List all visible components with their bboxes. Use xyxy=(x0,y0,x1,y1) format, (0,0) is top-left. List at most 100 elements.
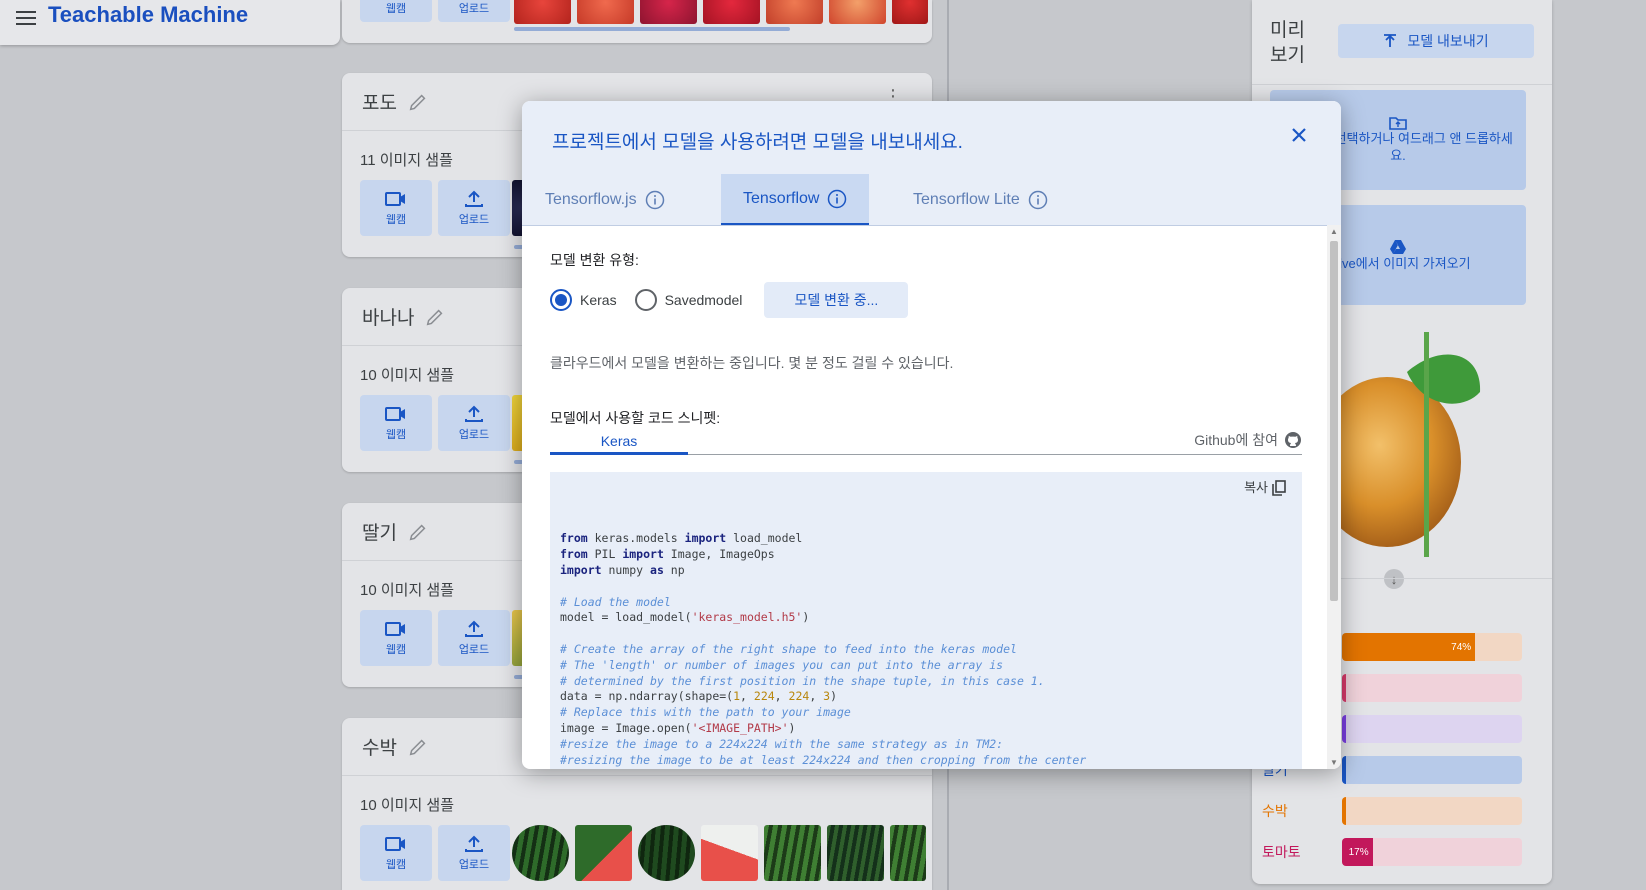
code-snippet[interactable]: 복사 from keras.models import load_model f… xyxy=(550,472,1302,769)
arrow-down-icon[interactable]: ↓ xyxy=(1384,569,1404,589)
upload-button[interactable]: 업로드 xyxy=(438,825,510,881)
upload-icon xyxy=(465,835,483,852)
upload-icon xyxy=(465,190,483,207)
export-label: 모델 내보내기 xyxy=(1407,33,1489,49)
webcam-button[interactable]: 웹캠 xyxy=(360,825,432,881)
watermelon-thumb[interactable] xyxy=(701,825,758,881)
info-icon[interactable] xyxy=(645,190,665,210)
prediction-row: 토마토 17% xyxy=(1262,838,1532,866)
apple-thumb[interactable] xyxy=(577,0,634,24)
upload-button[interactable]: 업로드 xyxy=(438,395,510,451)
github-link[interactable]: Github에 참여 xyxy=(1194,430,1302,450)
code-lines: from keras.models import load_model from… xyxy=(560,531,1087,769)
video-camera-icon xyxy=(385,836,405,851)
close-icon xyxy=(1292,128,1306,142)
tab-tensorflowjs[interactable]: Tensorflow.js xyxy=(523,174,687,225)
video-camera-icon xyxy=(385,406,405,421)
webcam-button[interactable]: 웹캠 xyxy=(360,610,432,666)
scroll-down-arrow[interactable]: ▼ xyxy=(1330,758,1338,767)
apple-thumb[interactable] xyxy=(829,0,886,24)
radio-savedmodel[interactable]: Savedmodel xyxy=(634,289,743,311)
tab-tensorflow[interactable]: Tensorflow xyxy=(721,174,870,225)
close-button[interactable] xyxy=(1287,123,1311,147)
webcam-button[interactable]: 웹캠 xyxy=(360,395,432,451)
upload-button[interactable]: 업로드 xyxy=(438,180,510,236)
radio-keras[interactable]: Keras xyxy=(550,289,617,311)
copy-button[interactable]: 복사 xyxy=(1244,480,1286,496)
radio-label: Keras xyxy=(580,292,617,308)
prediction-bar-fill xyxy=(1342,756,1346,784)
pencil-icon[interactable] xyxy=(407,91,429,113)
webcam-label: 웹캠 xyxy=(385,213,407,226)
webcam-label: 웹캠 xyxy=(385,428,407,441)
watermelon-thumb[interactable] xyxy=(827,825,884,881)
prediction-bar-fill xyxy=(1342,674,1346,702)
status-text: 클라우드에서 모델을 변환하는 중입니다. 몇 분 정도 걸릴 수 있습니다. xyxy=(550,355,954,371)
pencil-icon[interactable] xyxy=(407,521,429,543)
upload-button[interactable]: 업로드 xyxy=(438,0,510,22)
dialog-body: 모델 변환 유형: Keras Savedmodel 모델 변환 중... 클라… xyxy=(522,225,1341,769)
export-model-dialog: 프로젝트에서 모델을 사용하려면 모델을 내보내세요. Tensorflow.j… xyxy=(522,101,1341,769)
apple-thumb[interactable] xyxy=(514,0,571,24)
prediction-bar-fill: 74% xyxy=(1342,633,1476,661)
scroll-up-arrow[interactable]: ▲ xyxy=(1330,227,1338,236)
sample-count: 10 이미지 샘플 xyxy=(360,367,455,384)
menu-icon[interactable] xyxy=(16,10,36,25)
prediction-bar-track xyxy=(1342,797,1522,825)
webcam-button[interactable]: 웹캠 xyxy=(360,180,432,236)
radio-label: Savedmodel xyxy=(664,292,743,308)
class-name[interactable]: 딸기 xyxy=(362,518,397,545)
pencil-icon[interactable] xyxy=(424,306,446,328)
prediction-bar-track xyxy=(1342,715,1522,743)
radio-circle[interactable] xyxy=(634,289,657,311)
export-model-button[interactable]: 모델 내보내기 xyxy=(1338,24,1534,58)
snippet-tabs: Keras Github에 참여 xyxy=(550,430,1302,455)
sample-count: 10 이미지 샘플 xyxy=(360,797,455,814)
folder-upload-icon xyxy=(1389,117,1407,130)
copy-icon xyxy=(1272,480,1286,496)
sample-count: 11 이미지 샘플 xyxy=(360,152,453,169)
watermelon-thumb[interactable] xyxy=(890,825,926,881)
video-camera-icon xyxy=(385,621,405,636)
prediction-bar-track: 74% xyxy=(1342,633,1522,661)
class-name[interactable]: 수박 xyxy=(362,733,397,760)
tab-label: Tensorflow.js xyxy=(545,190,637,208)
class-name[interactable]: 포도 xyxy=(362,88,397,115)
thumb-scrollbar[interactable] xyxy=(514,27,790,31)
radio-circle[interactable] xyxy=(550,289,572,311)
dialog-header: 프로젝트에서 모델을 사용하려면 모델을 내보내세요. Tensorflow.j… xyxy=(522,101,1341,225)
convert-model-button[interactable]: 모델 변환 중... xyxy=(764,282,909,318)
sample-count: 10 이미지 샘플 xyxy=(360,582,455,599)
webcam-label: 웹캠 xyxy=(385,643,407,656)
tab-tensorflow-lite[interactable]: Tensorflow Lite xyxy=(891,174,1070,225)
snippet-label: 모델에서 사용할 코드 스니펫: xyxy=(550,410,721,426)
watermelon-thumb[interactable] xyxy=(764,825,821,881)
class-name[interactable]: 바나나 xyxy=(362,303,414,330)
info-icon[interactable] xyxy=(827,189,847,209)
watermelon-thumb[interactable] xyxy=(512,825,569,881)
more-icon[interactable]: ⋮ xyxy=(884,87,902,105)
class-card-apple: 웹캠 업로드 xyxy=(342,0,932,43)
pencil-icon[interactable] xyxy=(407,736,429,758)
upload-button[interactable]: 업로드 xyxy=(438,610,510,666)
apple-thumb[interactable] xyxy=(766,0,823,24)
webcam-button[interactable]: 웹캠 xyxy=(360,0,432,22)
prediction-row: 수박 xyxy=(1262,797,1532,825)
upload-icon xyxy=(1384,34,1397,47)
scrollbar-thumb[interactable] xyxy=(1330,241,1338,601)
apple-thumb[interactable] xyxy=(703,0,760,24)
watermelon-thumb[interactable] xyxy=(575,825,632,881)
dialog-title: 프로젝트에서 모델을 사용하려면 모델을 내보내세요. xyxy=(552,132,963,153)
apple-thumb[interactable] xyxy=(892,0,928,24)
watermelon-thumb[interactable] xyxy=(638,825,695,881)
dialog-scrollbar[interactable]: ▲ ▼ xyxy=(1327,225,1341,769)
prediction-bar-track xyxy=(1342,674,1522,702)
apple-thumb[interactable] xyxy=(640,0,697,24)
info-icon[interactable] xyxy=(1028,190,1048,210)
tab-keras-snippet[interactable]: Keras xyxy=(550,433,688,455)
video-camera-icon xyxy=(385,191,405,206)
upload-icon xyxy=(465,620,483,637)
prediction-label: 수박 xyxy=(1262,803,1288,819)
app-title[interactable]: Teachable Machine xyxy=(48,2,248,28)
prediction-bar-fill: 17% xyxy=(1342,838,1373,866)
